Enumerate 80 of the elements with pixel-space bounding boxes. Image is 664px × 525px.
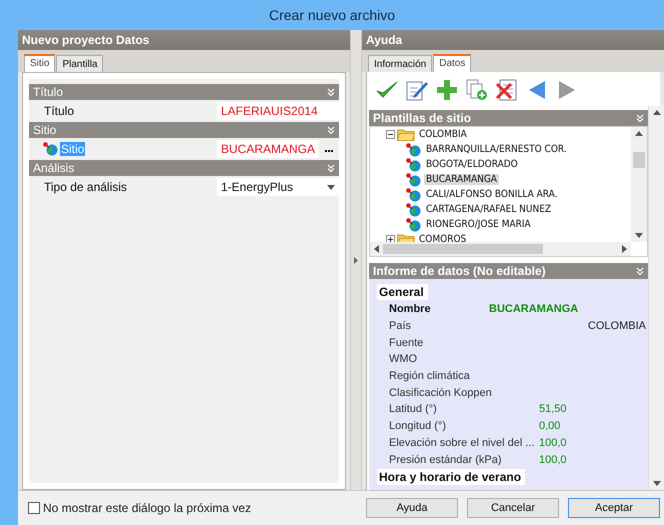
report-label: Nombre: [389, 303, 432, 316]
report-label: Latitud (°): [389, 403, 438, 416]
report-value: 100,0: [539, 454, 568, 466]
report-label: Longitud (°): [389, 420, 447, 432]
add-copy-icon[interactable]: [466, 79, 488, 101]
vertical-scrollbar[interactable]: [648, 106, 664, 490]
tree-item[interactable]: BOGOTA/ELDORADO: [424, 159, 520, 170]
expand-arrow-icon[interactable]: [354, 256, 358, 264]
section-title: Informe de datos (No editable): [373, 264, 546, 278]
edit-icon[interactable]: [406, 79, 428, 101]
group-title: General: [377, 284, 428, 300]
report-value: BUCARAMANGA: [489, 303, 580, 316]
tree-item[interactable]: COLOMBIA: [417, 129, 469, 140]
collapse-icon[interactable]: [386, 130, 395, 139]
category-title: Análisis: [33, 161, 74, 175]
panel-title: Nuevo proyecto Datos: [18, 30, 350, 50]
scrollbar-thumb[interactable]: [633, 152, 645, 168]
tree-item[interactable]: CALI/ALFONSO BONILLA ARA.: [424, 189, 560, 200]
category-header[interactable]: Título: [29, 84, 339, 100]
dialog-button[interactable]: Aceptar: [568, 498, 660, 518]
tab[interactable]: Plantilla: [56, 55, 104, 72]
section-title: Plantillas de sitio: [373, 111, 472, 125]
report-label: País: [389, 320, 412, 332]
dialog-button[interactable]: Cancelar: [467, 498, 559, 518]
expand-icon[interactable]: [386, 235, 395, 242]
category-title: Título: [33, 85, 64, 99]
globe-pin-icon: [43, 142, 59, 156]
group-title: Hora y horario de verano: [377, 468, 526, 485]
tab[interactable]: Datos: [433, 54, 472, 72]
report-label: Clasificación Koppen: [389, 386, 493, 399]
scroll-left-icon[interactable]: [374, 245, 379, 253]
report-label: WMO: [389, 353, 418, 366]
scroll-down-icon[interactable]: [635, 233, 643, 238]
scroll-up-icon[interactable]: [652, 110, 660, 115]
checkbox-label: No mostrar este diálogo la próxima vez: [43, 501, 252, 515]
report-value: 51,50: [539, 403, 568, 416]
tree-item[interactable]: CARTAGENA/RAFAEL NUNEZ: [424, 204, 554, 215]
property-label[interactable]: Tipo de análisis: [43, 180, 128, 194]
dropdown-field[interactable]: 1-EnergyPlus: [217, 178, 339, 196]
dialog-button[interactable]: Ayuda: [366, 498, 458, 518]
report-label: Elevación sobre el nivel del ...: [389, 436, 536, 449]
value-field[interactable]: LAFERIAUIS2014: [217, 102, 339, 120]
horizontal-scrollbar[interactable]: [370, 242, 631, 256]
report-label: Fuente: [389, 336, 424, 349]
scroll-right-icon[interactable]: [622, 245, 627, 253]
category-header[interactable]: Sitio: [29, 122, 339, 138]
globe-pin-icon: [406, 188, 422, 202]
tree-item[interactable]: BARRANQUILLA/ERNESTO COR.: [424, 144, 569, 155]
tab[interactable]: Información: [368, 55, 432, 72]
tree-item[interactable]: RIONEGRO/JOSE MARIA: [424, 219, 533, 230]
vertical-scrollbar[interactable]: [631, 127, 647, 242]
checkbox[interactable]: [28, 502, 40, 514]
scroll-up-icon[interactable]: [635, 131, 643, 136]
left-arrow-icon[interactable]: [528, 80, 546, 100]
dropdown-arrow-icon[interactable]: [327, 184, 335, 190]
globe-pin-icon: [406, 218, 422, 232]
delete-icon[interactable]: [496, 79, 518, 101]
category-header[interactable]: Análisis: [29, 160, 339, 176]
tree-item[interactable]: COMOROS: [417, 234, 468, 242]
globe-pin-icon: [406, 172, 422, 186]
report-value: COLOMBIA: [586, 320, 647, 332]
value-field[interactable]: BUCARAMANGA: [217, 140, 319, 158]
folder-icon: [397, 128, 415, 141]
report-label: Región climática: [389, 370, 471, 382]
tab[interactable]: Sitio: [24, 54, 56, 72]
plus-icon[interactable]: [436, 79, 458, 101]
report-label: Presión estándar (kPa): [389, 454, 502, 466]
category-title: Sitio: [33, 123, 56, 137]
scrollbar-thumb[interactable]: [383, 244, 543, 254]
report-value: 100,0: [539, 436, 568, 449]
globe-pin-icon: [406, 202, 422, 216]
checkmark-icon[interactable]: [376, 80, 398, 100]
globe-pin-icon: [406, 158, 422, 172]
report-value: 0,00: [539, 420, 562, 432]
globe-pin-icon: [406, 142, 422, 156]
tree-item[interactable]: BUCARAMANGA: [424, 174, 499, 185]
panel-title: Ayuda: [362, 30, 664, 50]
scroll-down-icon[interactable]: [652, 481, 660, 486]
window-title: Crear nuevo archivo: [268, 7, 396, 23]
property-label[interactable]: Título: [43, 104, 76, 118]
